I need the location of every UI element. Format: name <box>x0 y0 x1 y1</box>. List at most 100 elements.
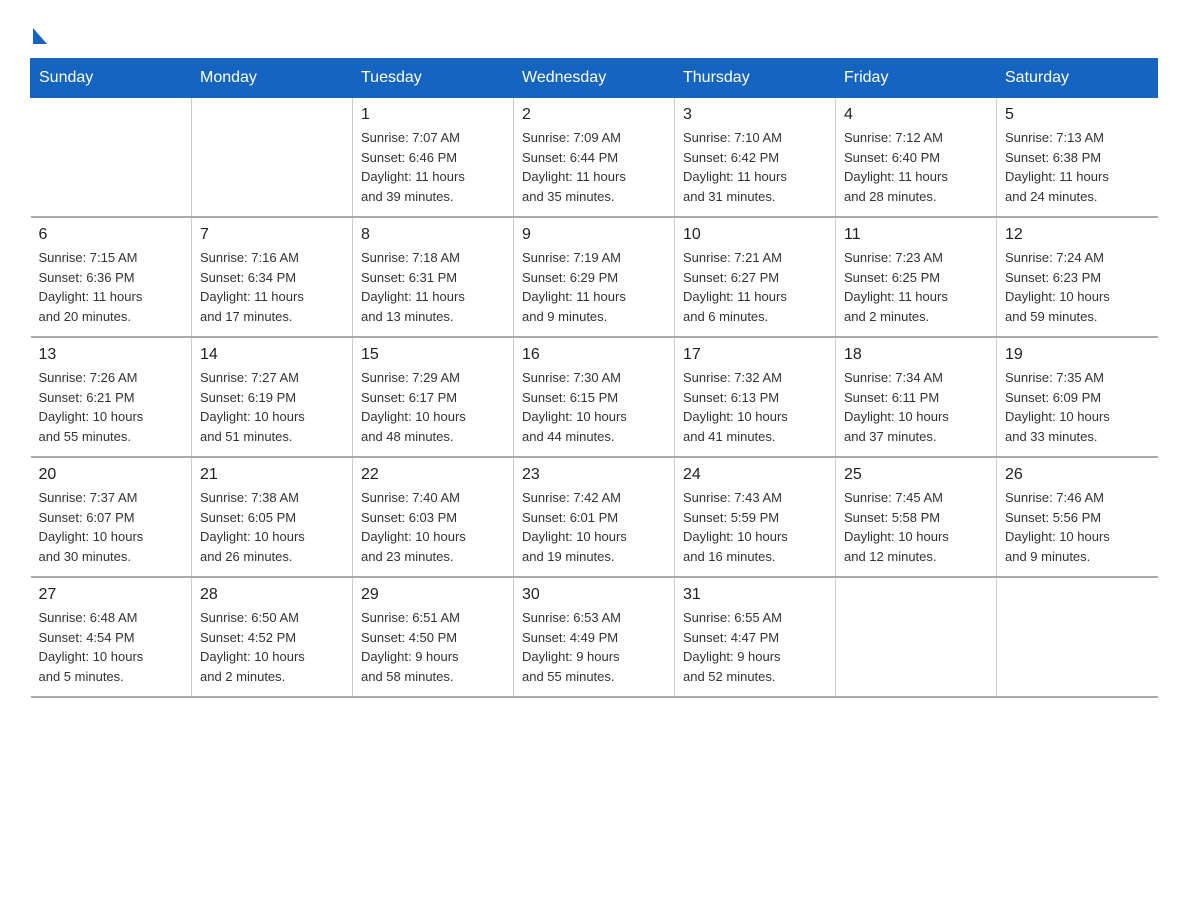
day-info: Sunrise: 7:29 AM Sunset: 6:17 PM Dayligh… <box>361 368 505 446</box>
day-number: 11 <box>844 226 988 244</box>
calendar-cell: 16 Sunrise: 7:30 AM Sunset: 6:15 PM Dayli… <box>514 337 675 457</box>
day-number: 7 <box>200 226 344 244</box>
calendar-cell: 24 Sunrise: 7:43 AM Sunset: 5:59 PM Dayli… <box>675 457 836 577</box>
logo <box>30 28 47 48</box>
day-number: 16 <box>522 346 666 364</box>
day-number: 14 <box>200 346 344 364</box>
day-info: Sunrise: 6:48 AM Sunset: 4:54 PM Dayligh… <box>39 608 184 686</box>
calendar-cell: 1Sunrise: 7:07 AM Sunset: 6:46 PM Daylig… <box>353 98 514 218</box>
calendar-cell <box>836 577 997 697</box>
day-number: 17 <box>683 346 827 364</box>
day-info: Sunrise: 7:09 AM Sunset: 6:44 PM Dayligh… <box>522 128 666 206</box>
weekday-header-wednesday: Wednesday <box>514 59 675 98</box>
day-info: Sunrise: 7:37 AM Sunset: 6:07 PM Dayligh… <box>39 488 184 566</box>
calendar-week-5: 27 Sunrise: 6:48 AM Sunset: 4:54 PM Dayli… <box>31 577 1158 697</box>
calendar-cell: 23Sunrise: 7:42 AM Sunset: 6:01 PM Dayli… <box>514 457 675 577</box>
calendar-cell <box>997 577 1158 697</box>
day-info: Sunrise: 7:46 AM Sunset: 5:56 PM Dayligh… <box>1005 488 1150 566</box>
calendar-cell <box>31 98 192 218</box>
calendar-cell: 19 Sunrise: 7:35 AM Sunset: 6:09 PM Dayli… <box>997 337 1158 457</box>
calendar-cell: 11 Sunrise: 7:23 AM Sunset: 6:25 PM Dayli… <box>836 217 997 337</box>
day-info: Sunrise: 7:13 AM Sunset: 6:38 PM Dayligh… <box>1005 128 1150 206</box>
day-info: Sunrise: 7:32 AM Sunset: 6:13 PM Dayligh… <box>683 368 827 446</box>
day-info: Sunrise: 7:07 AM Sunset: 6:46 PM Dayligh… <box>361 128 505 206</box>
weekday-header-friday: Friday <box>836 59 997 98</box>
day-number: 13 <box>39 346 184 364</box>
calendar-cell: 10Sunrise: 7:21 AM Sunset: 6:27 PM Dayli… <box>675 217 836 337</box>
day-number: 15 <box>361 346 505 364</box>
day-number: 26 <box>1005 466 1150 484</box>
calendar-table: SundayMondayTuesdayWednesdayThursdayFrid… <box>30 58 1158 698</box>
day-info: Sunrise: 7:18 AM Sunset: 6:31 PM Dayligh… <box>361 248 505 326</box>
weekday-header-tuesday: Tuesday <box>353 59 514 98</box>
day-number: 5 <box>1005 106 1150 124</box>
calendar-cell: 20 Sunrise: 7:37 AM Sunset: 6:07 PM Dayli… <box>31 457 192 577</box>
calendar-cell: 30 Sunrise: 6:53 AM Sunset: 4:49 PM Dayli… <box>514 577 675 697</box>
day-number: 29 <box>361 586 505 604</box>
calendar-cell: 31 Sunrise: 6:55 AM Sunset: 4:47 PM Dayli… <box>675 577 836 697</box>
calendar-cell: 3 Sunrise: 7:10 AM Sunset: 6:42 PM Daylig… <box>675 98 836 218</box>
day-number: 20 <box>39 466 184 484</box>
day-info: Sunrise: 6:53 AM Sunset: 4:49 PM Dayligh… <box>522 608 666 686</box>
day-number: 2 <box>522 106 666 124</box>
day-number: 30 <box>522 586 666 604</box>
calendar-cell: 27 Sunrise: 6:48 AM Sunset: 4:54 PM Dayli… <box>31 577 192 697</box>
day-info: Sunrise: 7:27 AM Sunset: 6:19 PM Dayligh… <box>200 368 344 446</box>
day-number: 24 <box>683 466 827 484</box>
calendar-cell: 13 Sunrise: 7:26 AM Sunset: 6:21 PM Dayli… <box>31 337 192 457</box>
day-number: 19 <box>1005 346 1150 364</box>
weekday-header-sunday: Sunday <box>31 59 192 98</box>
day-number: 10 <box>683 226 827 244</box>
day-number: 28 <box>200 586 344 604</box>
day-info: Sunrise: 7:24 AM Sunset: 6:23 PM Dayligh… <box>1005 248 1150 326</box>
day-info: Sunrise: 7:38 AM Sunset: 6:05 PM Dayligh… <box>200 488 344 566</box>
day-info: Sunrise: 7:34 AM Sunset: 6:11 PM Dayligh… <box>844 368 988 446</box>
day-info: Sunrise: 7:43 AM Sunset: 5:59 PM Dayligh… <box>683 488 827 566</box>
day-number: 25 <box>844 466 988 484</box>
day-info: Sunrise: 7:42 AM Sunset: 6:01 PM Dayligh… <box>522 488 666 566</box>
day-info: Sunrise: 7:12 AM Sunset: 6:40 PM Dayligh… <box>844 128 988 206</box>
day-number: 27 <box>39 586 184 604</box>
calendar-cell: 26 Sunrise: 7:46 AM Sunset: 5:56 PM Dayli… <box>997 457 1158 577</box>
day-info: Sunrise: 7:30 AM Sunset: 6:15 PM Dayligh… <box>522 368 666 446</box>
page-header <box>30 20 1158 48</box>
day-info: Sunrise: 7:16 AM Sunset: 6:34 PM Dayligh… <box>200 248 344 326</box>
day-info: Sunrise: 6:51 AM Sunset: 4:50 PM Dayligh… <box>361 608 505 686</box>
calendar-cell: 6 Sunrise: 7:15 AM Sunset: 6:36 PM Daylig… <box>31 217 192 337</box>
day-number: 12 <box>1005 226 1150 244</box>
day-number: 4 <box>844 106 988 124</box>
calendar-cell: 14 Sunrise: 7:27 AM Sunset: 6:19 PM Dayli… <box>192 337 353 457</box>
calendar-cell: 4 Sunrise: 7:12 AM Sunset: 6:40 PM Daylig… <box>836 98 997 218</box>
calendar-cell: 15 Sunrise: 7:29 AM Sunset: 6:17 PM Dayli… <box>353 337 514 457</box>
weekday-header-monday: Monday <box>192 59 353 98</box>
day-number: 8 <box>361 226 505 244</box>
calendar-cell: 29 Sunrise: 6:51 AM Sunset: 4:50 PM Dayli… <box>353 577 514 697</box>
calendar-week-1: 1Sunrise: 7:07 AM Sunset: 6:46 PM Daylig… <box>31 98 1158 218</box>
day-info: Sunrise: 7:19 AM Sunset: 6:29 PM Dayligh… <box>522 248 666 326</box>
day-info: Sunrise: 7:35 AM Sunset: 6:09 PM Dayligh… <box>1005 368 1150 446</box>
day-info: Sunrise: 7:23 AM Sunset: 6:25 PM Dayligh… <box>844 248 988 326</box>
day-info: Sunrise: 7:10 AM Sunset: 6:42 PM Dayligh… <box>683 128 827 206</box>
calendar-cell: 2 Sunrise: 7:09 AM Sunset: 6:44 PM Daylig… <box>514 98 675 218</box>
weekday-header-saturday: Saturday <box>997 59 1158 98</box>
day-info: Sunrise: 6:55 AM Sunset: 4:47 PM Dayligh… <box>683 608 827 686</box>
day-number: 31 <box>683 586 827 604</box>
day-info: Sunrise: 7:15 AM Sunset: 6:36 PM Dayligh… <box>39 248 184 326</box>
logo-triangle-icon <box>33 28 47 44</box>
calendar-cell: 22Sunrise: 7:40 AM Sunset: 6:03 PM Dayli… <box>353 457 514 577</box>
calendar-week-2: 6 Sunrise: 7:15 AM Sunset: 6:36 PM Daylig… <box>31 217 1158 337</box>
day-info: Sunrise: 6:50 AM Sunset: 4:52 PM Dayligh… <box>200 608 344 686</box>
calendar-cell: 12 Sunrise: 7:24 AM Sunset: 6:23 PM Dayli… <box>997 217 1158 337</box>
day-number: 6 <box>39 226 184 244</box>
day-info: Sunrise: 7:45 AM Sunset: 5:58 PM Dayligh… <box>844 488 988 566</box>
calendar-cell: 9Sunrise: 7:19 AM Sunset: 6:29 PM Daylig… <box>514 217 675 337</box>
calendar-cell: 25 Sunrise: 7:45 AM Sunset: 5:58 PM Dayli… <box>836 457 997 577</box>
day-info: Sunrise: 7:26 AM Sunset: 6:21 PM Dayligh… <box>39 368 184 446</box>
weekday-header-row: SundayMondayTuesdayWednesdayThursdayFrid… <box>31 59 1158 98</box>
calendar-cell: 7 Sunrise: 7:16 AM Sunset: 6:34 PM Daylig… <box>192 217 353 337</box>
day-number: 3 <box>683 106 827 124</box>
calendar-cell: 28 Sunrise: 6:50 AM Sunset: 4:52 PM Dayli… <box>192 577 353 697</box>
day-number: 18 <box>844 346 988 364</box>
day-info: Sunrise: 7:40 AM Sunset: 6:03 PM Dayligh… <box>361 488 505 566</box>
weekday-header-thursday: Thursday <box>675 59 836 98</box>
